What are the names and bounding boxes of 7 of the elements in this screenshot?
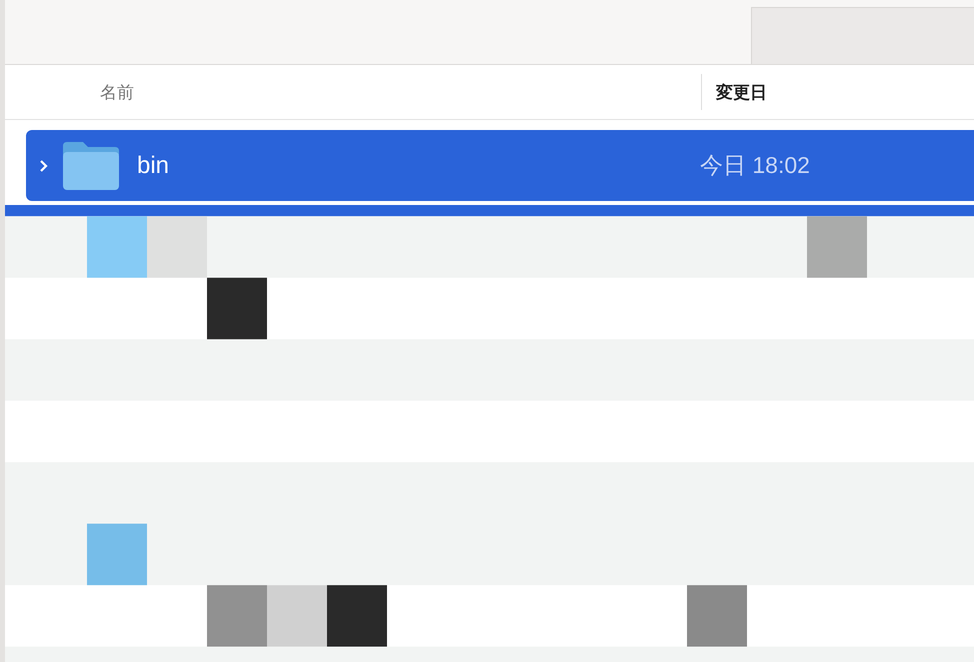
chevron-icon[interactable]: [39, 158, 49, 172]
file-name: bin: [137, 152, 170, 180]
folder-icon: [61, 140, 121, 192]
column-header[interactable]: 名前: [100, 82, 134, 102]
file-row[interactable]: bin 今日 18:02: [26, 130, 974, 201]
modified-date: 今日 18:02: [700, 151, 810, 180]
column-header[interactable]: 変更日: [716, 80, 767, 104]
